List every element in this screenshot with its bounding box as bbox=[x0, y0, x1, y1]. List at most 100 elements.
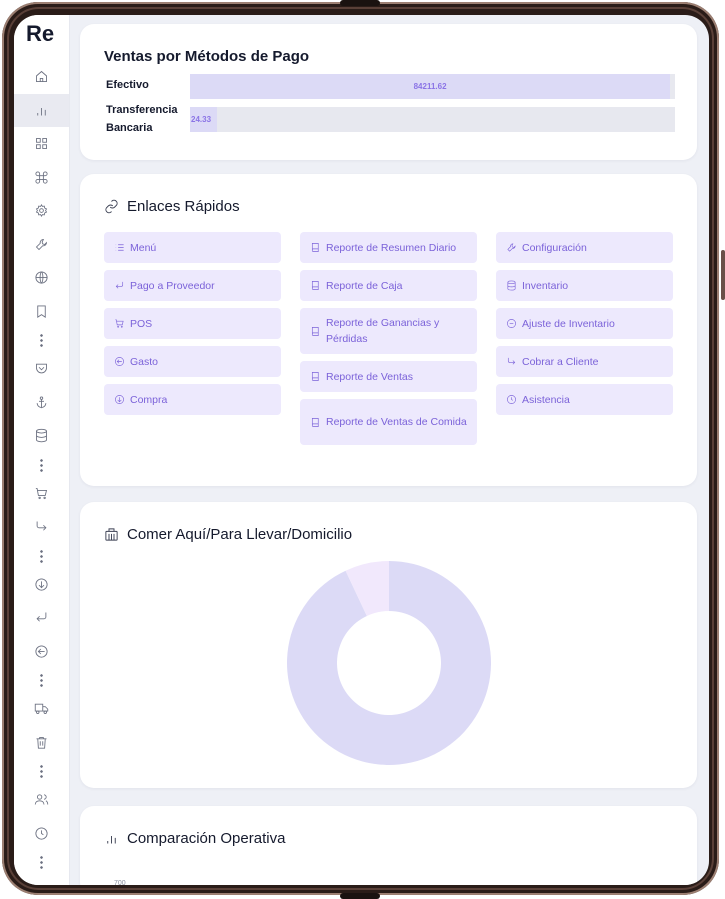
quick-links-card: Enlaces Rápidos Menú Pago a Proveedor POS G… bbox=[80, 174, 697, 486]
quick-link-button[interactable]: Reporte de Ganancias y Pérdidas bbox=[300, 308, 477, 354]
grid-icon bbox=[36, 138, 47, 150]
sidebar-nav bbox=[14, 60, 69, 874]
dine-type-card: Comer Aquí/Para Llevar/Domicilio bbox=[80, 502, 697, 788]
globe-icon bbox=[35, 271, 48, 284]
cart-icon bbox=[35, 487, 48, 499]
payment-bar[interactable]: 84211.62 bbox=[190, 74, 671, 99]
quick-link-label: Ajuste de Inventario bbox=[522, 317, 615, 330]
quick-link-button[interactable]: Asistencia bbox=[496, 384, 673, 415]
clock-icon bbox=[35, 827, 48, 840]
nav-more-button[interactable] bbox=[14, 668, 69, 692]
y-axis-tick: 700 bbox=[114, 880, 126, 885]
nav-item-gear[interactable] bbox=[14, 194, 69, 228]
database-icon bbox=[507, 280, 516, 291]
arrow-down-circle-icon bbox=[35, 578, 48, 591]
side-button bbox=[721, 250, 725, 300]
nav-item-corner-down-left[interactable] bbox=[14, 601, 69, 635]
payment-label-line2: Bancaria bbox=[106, 122, 153, 134]
sidebar: Re bbox=[14, 15, 70, 885]
users-icon bbox=[34, 794, 49, 805]
nav-item-trash[interactable] bbox=[14, 726, 69, 760]
cart-icon bbox=[115, 319, 124, 328]
dine-type-heading: Comer Aquí/Para Llevar/Domicilio bbox=[104, 526, 352, 543]
nav-more-button[interactable] bbox=[14, 850, 69, 874]
book-icon bbox=[311, 281, 319, 290]
nav-item-corner-down-right[interactable] bbox=[14, 510, 69, 544]
quick-link-button[interactable]: POS bbox=[104, 308, 281, 339]
quick-link-label: Cobrar a Cliente bbox=[522, 355, 599, 368]
quick-link-label: Reporte de Caja bbox=[326, 279, 403, 292]
dine-type-donut-chart bbox=[286, 561, 491, 765]
nav-more-button[interactable] bbox=[14, 453, 69, 477]
nav-item-arrow-down-circle[interactable] bbox=[14, 568, 69, 602]
payments-card: Ventas por Métodos de Pago Efectivo 8421… bbox=[80, 24, 697, 160]
nav-item-clock[interactable] bbox=[14, 817, 69, 851]
nav-item-wrench[interactable] bbox=[14, 228, 69, 262]
nav-item-truck[interactable] bbox=[14, 692, 69, 726]
database-icon bbox=[36, 429, 47, 443]
link-icon bbox=[105, 199, 118, 214]
nav-item-cart[interactable] bbox=[14, 477, 69, 511]
quick-link-button[interactable]: Reporte de Ventas de Comida bbox=[300, 399, 477, 445]
quick-link-label: Compra bbox=[130, 393, 168, 406]
nav-more-button[interactable] bbox=[14, 544, 69, 568]
nav-item-users[interactable] bbox=[14, 783, 69, 817]
more-dots-icon bbox=[40, 673, 43, 687]
quick-link-label: Gasto bbox=[130, 355, 159, 368]
wrench-icon bbox=[35, 238, 47, 250]
quick-links-heading: Enlaces Rápidos bbox=[104, 198, 240, 215]
nav-item-bar-chart[interactable] bbox=[14, 93, 69, 127]
more-dots-icon bbox=[40, 855, 43, 869]
payment-row-transfer: Transferencia Bancaria 24.33 bbox=[106, 101, 675, 137]
nav-item-pocket[interactable] bbox=[14, 352, 69, 386]
nav-item-command[interactable] bbox=[14, 161, 69, 195]
nav-more-button[interactable] bbox=[14, 328, 69, 352]
quick-link-label: Pago a Proveedor bbox=[130, 279, 215, 292]
nav-item-bookmark[interactable] bbox=[14, 295, 69, 329]
quick-link-button[interactable]: Reporte de Resumen Diario bbox=[300, 232, 477, 263]
quick-link-button[interactable]: Cobrar a Cliente bbox=[496, 346, 673, 377]
screen: Re Ventas por Métodos de Pago Efectivo 8… bbox=[14, 15, 709, 885]
quick-link-button[interactable]: Ajuste de Inventario bbox=[496, 308, 673, 339]
nav-item-grid[interactable] bbox=[14, 127, 69, 161]
nav-item-home[interactable] bbox=[14, 60, 69, 94]
corner-down-left-icon bbox=[36, 612, 47, 622]
comparison-heading: Comparación Operativa bbox=[104, 830, 285, 847]
hinge-top bbox=[340, 0, 380, 6]
quick-link-button[interactable]: Reporte de Ventas bbox=[300, 361, 477, 392]
quick-link-label: POS bbox=[130, 317, 153, 330]
device-frame: Re Ventas por Métodos de Pago Efectivo 8… bbox=[0, 0, 725, 899]
payment-value: 24.33 bbox=[191, 115, 212, 124]
clock-icon bbox=[507, 395, 516, 404]
book-icon bbox=[311, 372, 319, 381]
app-logo[interactable]: Re bbox=[26, 21, 54, 47]
quick-link-button[interactable]: Menú bbox=[104, 232, 281, 263]
more-dots-icon bbox=[40, 457, 43, 472]
home-icon bbox=[36, 71, 47, 83]
nav-item-arrow-left-circle[interactable] bbox=[14, 635, 69, 669]
book-icon bbox=[311, 326, 319, 336]
quick-link-button[interactable]: Gasto bbox=[104, 346, 281, 377]
payment-label: Transferencia Bancaria bbox=[106, 101, 190, 137]
bar-chart-icon bbox=[37, 107, 46, 116]
quick-link-button[interactable]: Configuración bbox=[496, 232, 673, 263]
corner-down-left-icon bbox=[115, 281, 124, 289]
quick-link-label: Reporte de Resumen Diario bbox=[326, 241, 457, 254]
payment-row-cash: Efectivo 84211.62 bbox=[106, 74, 675, 99]
main-content: Ventas por Métodos de Pago Efectivo 8421… bbox=[80, 24, 697, 885]
quick-link-label: Configuración bbox=[522, 241, 587, 254]
nav-item-database[interactable] bbox=[14, 419, 69, 453]
command-icon bbox=[35, 171, 48, 184]
quick-links-column: Menú Pago a Proveedor POS Gasto Compra bbox=[104, 232, 281, 422]
quick-link-button[interactable]: Inventario bbox=[496, 270, 673, 301]
quick-link-button[interactable]: Reporte de Caja bbox=[300, 270, 477, 301]
nav-more-button[interactable] bbox=[14, 759, 69, 783]
book-icon bbox=[311, 417, 319, 427]
quick-link-button[interactable]: Pago a Proveedor bbox=[104, 270, 281, 301]
payment-bar-track: 24.33 bbox=[190, 107, 675, 132]
nav-item-anchor[interactable] bbox=[14, 386, 69, 420]
nav-item-globe[interactable] bbox=[14, 261, 69, 295]
more-dots-icon bbox=[40, 548, 43, 563]
quick-link-button[interactable]: Compra bbox=[104, 384, 281, 415]
arrow-down-circle-icon bbox=[115, 395, 124, 404]
